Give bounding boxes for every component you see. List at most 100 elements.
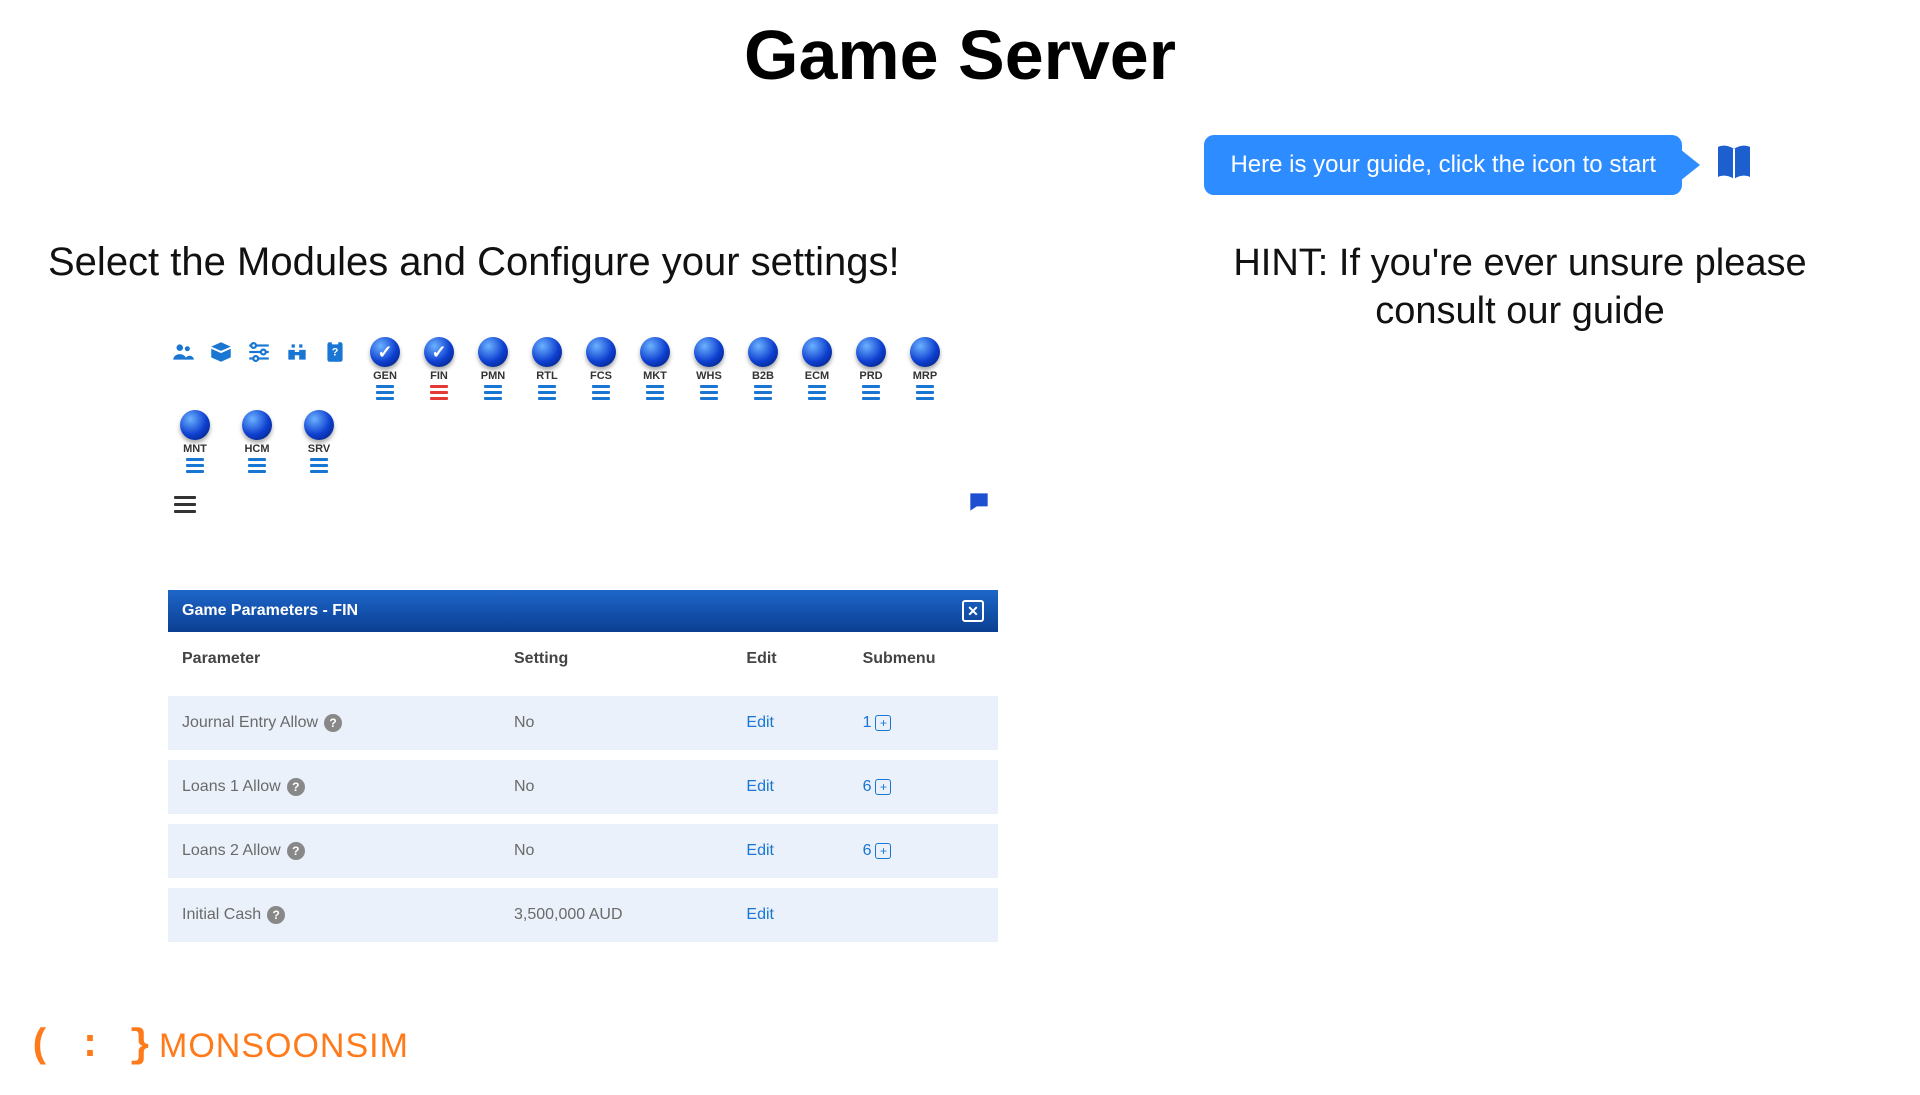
module-code-label: GEN (373, 370, 397, 382)
module-fcs[interactable]: FCS (575, 337, 627, 400)
guide-bubble-text: Here is your guide, click the icon to st… (1230, 151, 1656, 178)
param-edit-cell: Edit (732, 819, 848, 883)
module-code-label: MRP (913, 370, 937, 382)
param-edit-cell: Edit (732, 691, 848, 755)
check-icon: ✓ (431, 342, 446, 363)
module-menu-icon[interactable] (186, 458, 204, 473)
group-icon[interactable] (168, 337, 198, 367)
module-srv[interactable]: SRV (293, 410, 345, 473)
guide-book-icon[interactable] (1712, 139, 1760, 192)
module-mnt[interactable]: MNT (169, 410, 221, 473)
param-name-cell: Journal Entry Allow? (168, 691, 500, 755)
module-code-label: FCS (590, 370, 612, 382)
module-menu-icon[interactable] (808, 385, 826, 400)
chat-icon[interactable] (966, 489, 992, 520)
expand-icon[interactable]: + (875, 715, 891, 731)
module-gen[interactable]: ✓ GEN (359, 337, 411, 400)
guide-bubble: Here is your guide, click the icon to st… (1204, 135, 1682, 195)
help-icon[interactable]: ? (324, 714, 342, 732)
table-row: Loans 1 Allow?NoEdit6+ (168, 755, 998, 819)
binoculars-icon[interactable] (282, 337, 312, 367)
module-fin[interactable]: ✓ FIN (413, 337, 465, 400)
param-setting-cell: No (500, 819, 732, 883)
param-submenu-cell (849, 883, 998, 942)
module-mrp[interactable]: MRP (899, 337, 951, 400)
close-icon[interactable]: ✕ (962, 600, 984, 622)
param-edit-cell: Edit (732, 883, 848, 942)
module-menu-icon[interactable] (248, 458, 266, 473)
svg-text:?: ? (332, 346, 339, 358)
expand-icon[interactable]: + (875, 843, 891, 859)
submenu-count[interactable]: 6 (863, 778, 872, 795)
module-indicator-icon (694, 337, 724, 367)
game-config-panel: ? ✓ GEN ✓ FIN PMN RTL FCS MKT WHS B2B ECM PRD MRP MN… (168, 333, 998, 942)
module-indicator-icon (242, 410, 272, 440)
module-b2b[interactable]: B2B (737, 337, 789, 400)
edit-link[interactable]: Edit (746, 842, 774, 859)
game-parameters-header: Game Parameters - FIN ✕ (168, 590, 998, 632)
module-code-label: FIN (430, 370, 448, 382)
select-modules-heading: Select the Modules and Configure your se… (48, 240, 900, 285)
module-mkt[interactable]: MKT (629, 337, 681, 400)
clipboard-help-icon[interactable]: ? (320, 337, 350, 367)
module-code-label: B2B (752, 370, 774, 382)
game-parameters-panel: Game Parameters - FIN ✕ Parameter Settin… (168, 590, 998, 942)
module-menu-icon[interactable] (430, 385, 448, 400)
module-rtl[interactable]: RTL (521, 337, 573, 400)
module-menu-icon[interactable] (646, 385, 664, 400)
submenu-count[interactable]: 6 (863, 842, 872, 859)
module-code-label: PRD (859, 370, 882, 382)
modules-toolbar-row-2: MNTHCM SRV (168, 406, 998, 479)
table-row: Journal Entry Allow?No Edit 1+ (168, 691, 998, 755)
module-indicator-icon (802, 337, 832, 367)
menu-icon[interactable] (174, 496, 196, 513)
param-submenu-cell: 6+ (849, 819, 998, 883)
param-setting-cell: No (500, 691, 732, 755)
box-icon[interactable] (206, 337, 236, 367)
table-row: Initial Cash?3,500,000 AUDEdit (168, 883, 998, 942)
module-pmn[interactable]: PMN (467, 337, 519, 400)
module-hcm[interactable]: HCM (231, 410, 283, 473)
guide-callout-row: Here is your guide, click the icon to st… (1204, 135, 1760, 195)
col-submenu: Submenu (849, 632, 998, 691)
edit-link[interactable]: Edit (746, 714, 774, 731)
submenu-count[interactable]: 1 (863, 714, 872, 731)
page-title: Game Server (0, 15, 1920, 95)
module-menu-icon[interactable] (310, 458, 328, 473)
col-setting: Setting (500, 632, 732, 691)
table-row: Loans 2 Allow?NoEdit6+ (168, 819, 998, 883)
module-indicator-icon (478, 337, 508, 367)
module-code-label: WHS (696, 370, 722, 382)
consult-guide-hint: HINT: If you're ever unsure please consu… (1180, 240, 1860, 335)
col-edit: Edit (732, 632, 848, 691)
help-icon[interactable]: ? (287, 778, 305, 796)
param-setting-cell: No (500, 755, 732, 819)
module-menu-icon[interactable] (700, 385, 718, 400)
edit-link[interactable]: Edit (746, 906, 774, 923)
param-edit-cell: Edit (732, 755, 848, 819)
module-menu-icon[interactable] (592, 385, 610, 400)
help-icon[interactable]: ? (267, 906, 285, 924)
module-prd[interactable]: PRD (845, 337, 897, 400)
module-menu-icon[interactable] (916, 385, 934, 400)
modules-toolbar: ? ✓ GEN ✓ FIN PMN RTL FCS MKT WHS B2B ECM PRD MRP (168, 333, 998, 406)
col-parameter: Parameter (168, 632, 500, 691)
expand-icon[interactable]: + (875, 779, 891, 795)
module-menu-icon[interactable] (484, 385, 502, 400)
sliders-icon[interactable] (244, 337, 274, 367)
check-icon: ✓ (377, 342, 392, 363)
module-code-label: SRV (308, 443, 330, 455)
param-submenu-cell: 6+ (849, 755, 998, 819)
module-whs[interactable]: WHS (683, 337, 735, 400)
module-menu-icon[interactable] (862, 385, 880, 400)
edit-link[interactable]: Edit (746, 778, 774, 795)
module-indicator-icon (748, 337, 778, 367)
module-menu-icon[interactable] (376, 385, 394, 400)
logo-text: MONSOONSIM (159, 1027, 409, 1066)
module-indicator-icon: ✓ (424, 337, 454, 367)
help-icon[interactable]: ? (287, 842, 305, 860)
module-ecm[interactable]: ECM (791, 337, 843, 400)
module-menu-icon[interactable] (538, 385, 556, 400)
module-code-label: PMN (481, 370, 505, 382)
module-menu-icon[interactable] (754, 385, 772, 400)
